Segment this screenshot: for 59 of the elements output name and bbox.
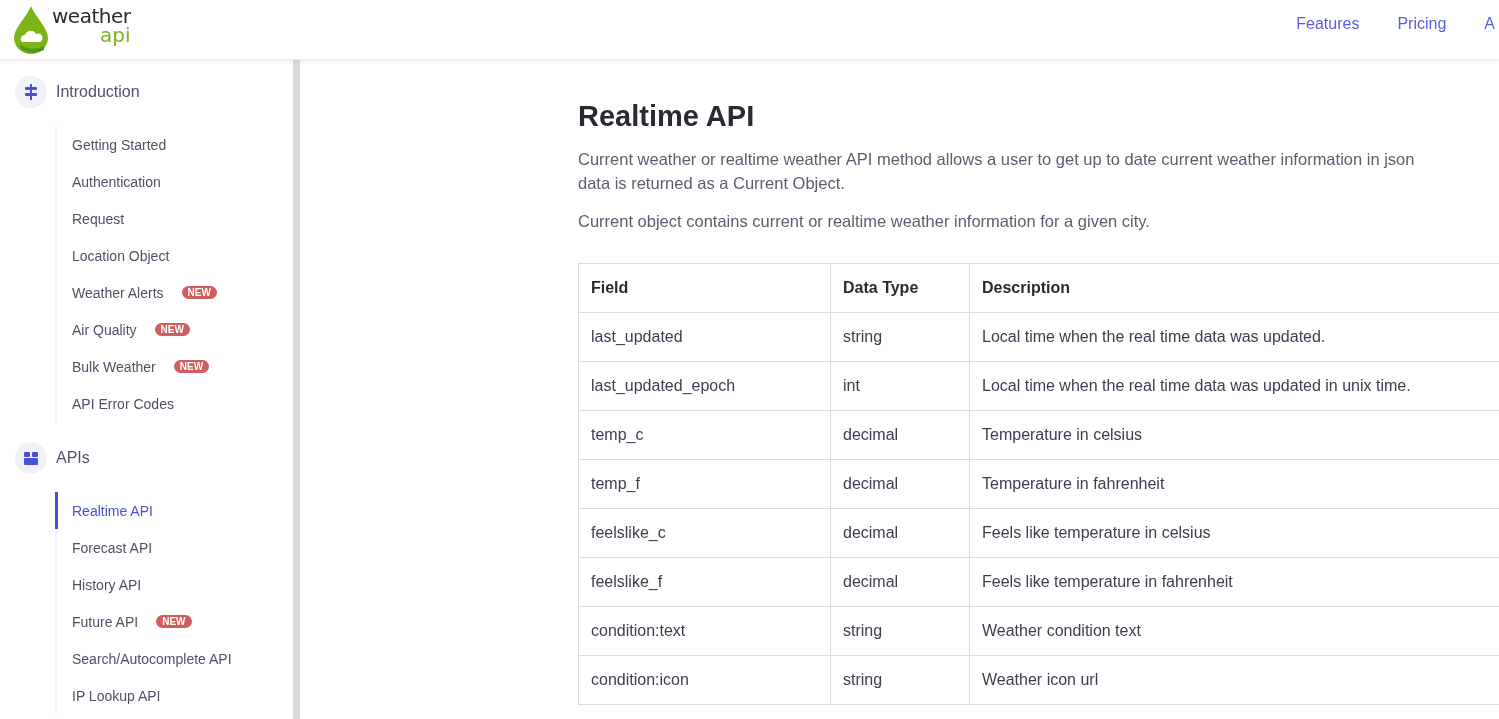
column-header: Field <box>579 264 831 313</box>
table-cell: string <box>831 607 970 656</box>
sidebar-item[interactable]: Request <box>55 200 293 237</box>
table-cell: int <box>831 362 970 411</box>
paragraph-line: Current weather or realtime weather API method allows a user to get up to date current weather information in json <box>578 149 1416 170</box>
paragraph-line: data is returned as a Current Object. <box>578 173 846 194</box>
table-cell: decimal <box>831 509 970 558</box>
table-cell: Local time when the real time data was updated in unix time. <box>970 362 1499 411</box>
sidebar-item[interactable]: Future API NEW <box>55 603 293 640</box>
sidebar-item[interactable]: Realtime API <box>55 492 293 529</box>
column-header: Description <box>970 264 1499 313</box>
logo-wordmark: weather <box>52 5 131 26</box>
sidebar-item[interactable]: Air Quality NEW <box>55 311 293 348</box>
table-cell: condition:icon <box>579 656 831 705</box>
table-cell: Feels like temperature in celsius <box>970 509 1499 558</box>
table-cell: Local time when the real time data was updated. <box>970 313 1499 362</box>
table-cell: Weather icon url <box>970 656 1499 705</box>
logo-subtitle: api <box>99 24 131 45</box>
table-cell: last_updated <box>579 313 831 362</box>
box-icon <box>24 451 38 465</box>
sidebar-item[interactable]: History API <box>55 566 293 603</box>
new-badge: NEW <box>181 286 217 299</box>
new-badge: NEW <box>156 615 192 628</box>
paragraph-line: Current object contains current or realtime weather information for a given city. <box>578 211 1151 232</box>
table-cell: Weather condition text <box>970 607 1499 656</box>
table-cell: Feels like temperature in fahrenheit <box>970 558 1499 607</box>
nav-link[interactable]: Features <box>1296 14 1360 33</box>
new-badge: NEW <box>173 360 210 373</box>
column-header: Data Type <box>831 264 970 313</box>
table-cell: decimal <box>831 460 970 509</box>
sidebar-item[interactable]: Getting Started <box>55 126 293 163</box>
sidebar-item[interactable]: Authentication <box>55 163 293 200</box>
table-cell: temp_f <box>579 460 831 509</box>
new-badge: NEW <box>154 323 190 336</box>
nav-link[interactable]: A <box>1484 14 1495 33</box>
table-cell: string <box>831 656 970 705</box>
table-cell: Temperature in fahrenheit <box>970 460 1499 509</box>
table-cell: last_updated_epoch <box>579 362 831 411</box>
table-cell: temp_c <box>579 411 831 460</box>
nav-link[interactable]: Pricing <box>1397 14 1447 33</box>
page-title: Realtime API <box>578 100 756 133</box>
table-cell: feelslike_f <box>579 558 831 607</box>
table-cell: string <box>831 313 970 362</box>
section-title[interactable]: Introduction <box>56 83 140 101</box>
table-cell: feelslike_c <box>579 509 831 558</box>
sidebar-item[interactable]: Location Object <box>55 237 293 274</box>
sidebar-item[interactable]: API Error Codes <box>55 385 293 422</box>
logo-icon <box>14 5 48 54</box>
table-cell: Temperature in celsius <box>970 411 1499 460</box>
table-cell: condition:text <box>579 607 831 656</box>
sidebar-item[interactable]: Weather Alerts NEW <box>55 274 293 311</box>
table-cell: decimal <box>831 558 970 607</box>
sidebar-item[interactable]: Search/Autocomplete API <box>55 640 293 677</box>
section-title[interactable]: APIs <box>56 449 90 467</box>
signpost-icon <box>24 84 38 100</box>
sidebar-item[interactable]: Bulk Weather NEW <box>55 348 293 385</box>
sidebar-item[interactable]: Forecast API <box>55 529 293 566</box>
table-cell: decimal <box>831 411 970 460</box>
sidebar-item[interactable]: IP Lookup API <box>55 677 293 714</box>
